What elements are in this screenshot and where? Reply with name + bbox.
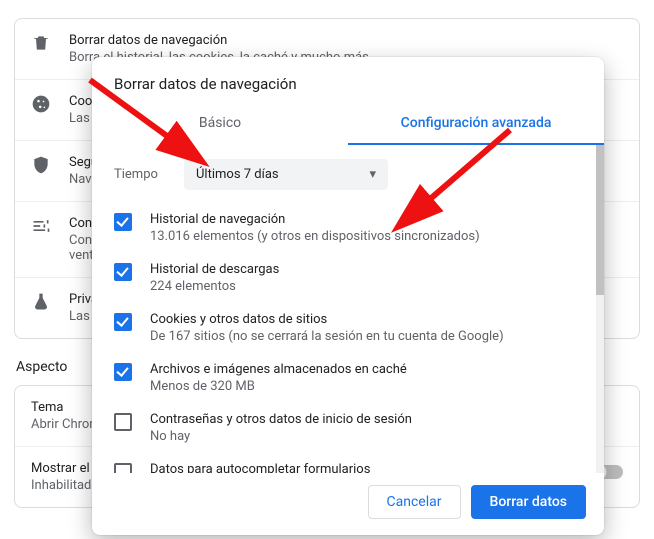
item-sub: 224 elementos (150, 279, 279, 294)
checkbox-passwords[interactable] (114, 413, 132, 431)
checkbox-cache[interactable] (114, 363, 132, 381)
trash-icon (31, 33, 51, 53)
item-title: Archivos e imágenes almacenados en caché (150, 362, 407, 377)
checkbox-cookies[interactable] (114, 313, 132, 331)
time-range-label: Tiempo (114, 167, 170, 182)
flask-icon (31, 292, 51, 312)
item-sub: De 167 sitios (no se cerrará la sesión e… (150, 329, 504, 344)
item-browsing-history: Historial de navegación 13.016 elementos… (114, 212, 578, 244)
item-title: Historial de descargas (150, 262, 279, 277)
dialog-scroll-area: Tiempo Últimos 7 días ▾ Historial de nav… (92, 145, 596, 473)
dialog-body: Tiempo Últimos 7 días ▾ Historial de nav… (92, 145, 604, 473)
tab-basic[interactable]: Básico (92, 105, 348, 145)
cookie-icon (31, 94, 51, 114)
item-passwords: Contraseñas y otros datos de inicio de s… (114, 412, 578, 444)
dialog-title: Borrar datos de navegación (92, 57, 604, 105)
item-title: Cookies y otros datos de sitios (150, 312, 504, 327)
shield-icon (31, 155, 51, 175)
cancel-button[interactable]: Cancelar (368, 485, 461, 519)
item-sub: No hay (150, 429, 412, 444)
dialog-footer: Cancelar Borrar datos (92, 473, 604, 535)
item-sub: 13.016 elementos (y otros en dispositivo… (150, 229, 480, 244)
item-cache: Archivos e imágenes almacenados en caché… (114, 362, 578, 394)
dialog-tabs: Básico Configuración avanzada (92, 105, 604, 145)
checkbox-autofill[interactable] (114, 463, 132, 473)
clear-data-button[interactable]: Borrar datos (471, 485, 587, 519)
item-autofill: Datos para autocompletar formularios (114, 462, 578, 473)
checkbox-browsing-history[interactable] (114, 213, 132, 231)
scrollbar-thumb[interactable] (596, 145, 604, 295)
time-range-row: Tiempo Últimos 7 días ▾ (114, 159, 578, 190)
sliders-icon (31, 216, 51, 236)
bg-row-title: Borrar datos de navegación (69, 33, 623, 48)
tab-advanced[interactable]: Configuración avanzada (348, 105, 604, 145)
item-download-history: Historial de descargas 224 elementos (114, 262, 578, 294)
item-title: Historial de navegación (150, 212, 480, 227)
item-cookies: Cookies y otros datos de sitios De 167 s… (114, 312, 578, 344)
item-sub: Menos de 320 MB (150, 379, 407, 394)
time-range-select[interactable]: Últimos 7 días ▾ (184, 159, 388, 190)
chevron-down-icon: ▾ (369, 167, 376, 182)
time-range-value: Últimos 7 días (196, 167, 279, 182)
clear-browsing-data-dialog: Borrar datos de navegación Básico Config… (92, 57, 604, 535)
checkbox-download-history[interactable] (114, 263, 132, 281)
item-title: Contraseñas y otros datos de inicio de s… (150, 412, 412, 427)
item-title: Datos para autocompletar formularios (150, 462, 370, 473)
